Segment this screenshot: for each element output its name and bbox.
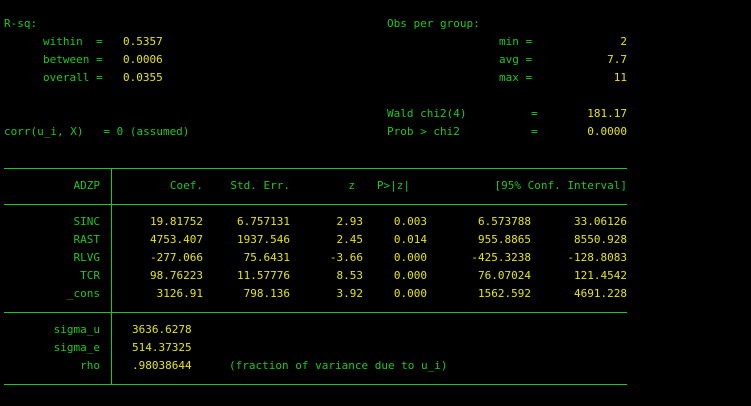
row-ci-high: -128.8083 bbox=[567, 251, 627, 264]
table-top-rule bbox=[4, 168, 627, 169]
row-se: 75.6431 bbox=[243, 251, 290, 264]
overall-value: 0.0355 bbox=[123, 71, 163, 84]
row-z: 2.45 bbox=[336, 233, 364, 246]
row-coef: 98.76223 bbox=[150, 269, 203, 282]
row-p: 0.000 bbox=[393, 251, 427, 264]
avg-label: avg = bbox=[499, 53, 533, 66]
prob-equals: = bbox=[531, 125, 538, 138]
within-value: 0.5357 bbox=[123, 35, 163, 48]
row-ci-low: 1562.592 bbox=[478, 287, 531, 300]
between-label: between = bbox=[43, 53, 103, 66]
row-p: 0.000 bbox=[393, 269, 427, 282]
row-ci-low: 6.573788 bbox=[478, 215, 531, 228]
prob-value: 0.0000 bbox=[587, 125, 627, 138]
row-coef: 3126.91 bbox=[156, 287, 203, 300]
row-name: SINC bbox=[73, 215, 101, 228]
prob-label: Prob > chi2 bbox=[387, 125, 460, 138]
dep-var-header: ADZP bbox=[73, 179, 101, 192]
row-p: 0.003 bbox=[393, 215, 427, 228]
p-header: P>|z| bbox=[376, 179, 410, 192]
row-se: 11.57776 bbox=[237, 269, 290, 282]
within-label: within = bbox=[43, 35, 103, 48]
rsq-label: R-sq: bbox=[4, 17, 38, 30]
avg-value: 7.7 bbox=[607, 53, 627, 66]
wald-value: 181.17 bbox=[587, 107, 627, 120]
ci-header: [95% Conf. Interval] bbox=[494, 179, 627, 192]
row-ci-high: 4691.228 bbox=[574, 287, 627, 300]
header-rule bbox=[4, 204, 627, 205]
row-se: 6.757131 bbox=[237, 215, 290, 228]
corr-label: corr(u_i, X) = 0 (assumed) bbox=[4, 125, 190, 138]
row-name: RAST bbox=[73, 233, 101, 246]
row-ci-low: 76.07024 bbox=[478, 269, 531, 282]
row-p: 0.000 bbox=[393, 287, 427, 300]
rho-label: rho bbox=[80, 359, 100, 372]
row-coef: 19.81752 bbox=[150, 215, 203, 228]
row-name: _cons bbox=[66, 287, 100, 300]
row-coef: 4753.407 bbox=[150, 233, 203, 246]
max-value: 11 bbox=[613, 71, 627, 84]
row-ci-low: 955.8865 bbox=[478, 233, 531, 246]
se-header: Std. Err. bbox=[230, 179, 290, 192]
max-label: max = bbox=[499, 71, 533, 84]
coef-header: Coef. bbox=[169, 179, 203, 192]
row-coef: -277.066 bbox=[150, 251, 203, 264]
row-z: 3.92 bbox=[336, 287, 364, 300]
coef-bottom-rule bbox=[4, 312, 627, 313]
min-value: 2 bbox=[620, 35, 627, 48]
obs-per-group-label: Obs per group: bbox=[387, 17, 480, 30]
row-p: 0.014 bbox=[393, 233, 427, 246]
row-z: -3.66 bbox=[329, 251, 363, 264]
row-name: RLVG bbox=[73, 251, 101, 264]
row-ci-high: 8550.928 bbox=[574, 233, 627, 246]
sigma-e-value: 514.37325 bbox=[132, 341, 192, 354]
sigma-u-label: sigma_u bbox=[53, 323, 100, 336]
row-ci-low: -425.3238 bbox=[471, 251, 531, 264]
overall-label: overall = bbox=[43, 71, 103, 84]
row-se: 1937.546 bbox=[237, 233, 290, 246]
wald-label: Wald chi2(4) bbox=[387, 107, 467, 120]
z-header: z bbox=[348, 179, 355, 192]
row-ci-high: 121.4542 bbox=[574, 269, 627, 282]
between-value: 0.0006 bbox=[123, 53, 163, 66]
wald-equals: = bbox=[531, 107, 538, 120]
min-label: min = bbox=[499, 35, 533, 48]
row-se: 798.136 bbox=[243, 287, 290, 300]
row-ci-high: 33.06126 bbox=[574, 215, 627, 228]
rho-value: .98038644 bbox=[132, 359, 192, 372]
sigma-e-label: sigma_e bbox=[53, 341, 100, 354]
rho-note: (fraction of variance due to u_i) bbox=[229, 359, 448, 372]
row-name: TCR bbox=[80, 269, 100, 282]
sigma-u-value: 3636.6278 bbox=[132, 323, 192, 336]
row-z: 2.93 bbox=[336, 215, 364, 228]
table-bottom-rule bbox=[4, 384, 627, 385]
row-z: 8.53 bbox=[336, 269, 364, 282]
table-divider bbox=[111, 168, 112, 385]
